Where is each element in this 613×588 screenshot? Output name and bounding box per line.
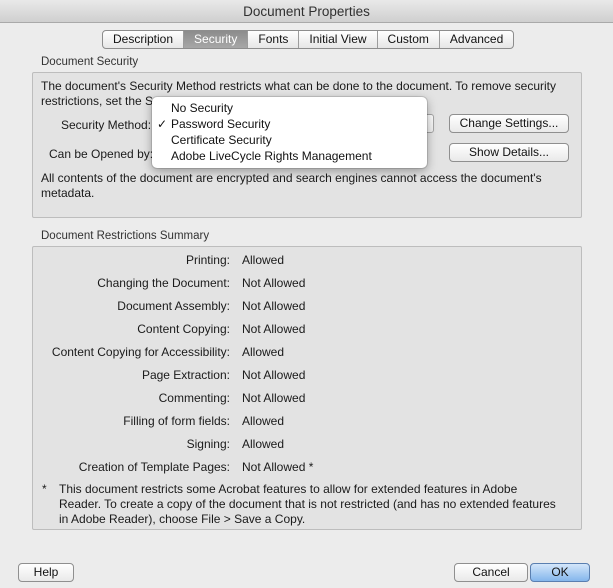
show-details-button[interactable]: Show Details... — [449, 143, 569, 162]
window-title: Document Properties — [0, 0, 613, 23]
security-method-menu: No Security ✓ Password Security Certific… — [152, 97, 427, 168]
tab-fonts[interactable]: Fonts — [248, 31, 300, 48]
change-settings-button[interactable]: Change Settings... — [449, 114, 569, 133]
cancel-button[interactable]: Cancel — [454, 563, 528, 582]
tab-initial-view[interactable]: Initial View — [299, 31, 378, 48]
checkmark-icon: ✓ — [157, 117, 168, 131]
menu-item-label: No Security — [171, 101, 234, 115]
tab-security[interactable]: Security — [184, 31, 249, 48]
encryption-note-line2: metadata. — [41, 186, 95, 200]
restriction-label: Document Assembly: — [117, 299, 230, 313]
document-properties-dialog: Document Properties Description Security… — [0, 0, 613, 588]
restriction-value: Allowed — [242, 437, 285, 451]
encryption-note-line1: All contents of the document are encrypt… — [41, 171, 542, 185]
restriction-value: Allowed — [242, 345, 285, 359]
restriction-value: Not Allowed — [242, 299, 306, 313]
restriction-label: Content Copying: — [137, 322, 230, 336]
menu-item-label: Password Security — [171, 117, 271, 131]
restriction-label: Changing the Document: — [97, 276, 230, 290]
menu-item-certificate-security[interactable]: Certificate Security — [152, 132, 427, 148]
restriction-value: Not Allowed — [242, 368, 306, 382]
restriction-label: Page Extraction: — [141, 368, 230, 382]
security-intro-line2: restrictions, set the S — [41, 94, 154, 108]
security-method-label: Security Method: — [61, 118, 152, 132]
restriction-value: Not Allowed — [242, 276, 306, 290]
tab-advanced[interactable]: Advanced — [440, 31, 513, 48]
tab-custom[interactable]: Custom — [378, 31, 440, 48]
restriction-value: Allowed — [242, 414, 285, 428]
restriction-value: Not Allowed — [242, 391, 306, 405]
document-security-heading: Document Security — [41, 56, 139, 68]
footnote-line2: Reader. To create a copy of the document… — [59, 497, 556, 511]
restriction-label: Commenting: — [158, 391, 230, 405]
restrictions-heading: Document Restrictions Summary — [41, 230, 210, 242]
menu-item-label: Adobe LiveCycle Rights Management — [171, 149, 372, 163]
restriction-value: Allowed — [242, 253, 285, 267]
can-be-opened-label: Can be Opened by: — [49, 147, 154, 161]
help-button[interactable]: Help — [18, 563, 74, 582]
menu-item-password-security[interactable]: ✓ Password Security — [152, 116, 427, 132]
restriction-value: Not Allowed — [242, 322, 306, 336]
ok-button[interactable]: OK — [530, 563, 590, 582]
security-intro-line1: The document's Security Method restricts… — [41, 79, 556, 93]
menu-item-label: Certificate Security — [171, 133, 272, 147]
restriction-label: Creation of Template Pages: — [78, 460, 230, 474]
restriction-label: Filling of form fields: — [123, 414, 230, 428]
restriction-value: Not Allowed * — [242, 460, 314, 474]
restriction-label: Content Copying for Accessibility: — [51, 345, 230, 359]
tab-bar: Description Security Fonts Initial View … — [102, 30, 515, 49]
menu-item-livecycle-rights[interactable]: Adobe LiveCycle Rights Management — [152, 148, 427, 164]
restriction-label: Signing: — [186, 437, 230, 451]
footnote-marker: * — [42, 482, 47, 496]
menu-item-no-security[interactable]: No Security — [152, 100, 427, 116]
footnote-line1: This document restricts some Acrobat fea… — [59, 482, 518, 496]
restriction-label: Printing: — [185, 253, 230, 267]
footnote-line3: in Adobe Reader), choose File > Save a C… — [59, 512, 306, 526]
tab-description[interactable]: Description — [103, 31, 185, 48]
